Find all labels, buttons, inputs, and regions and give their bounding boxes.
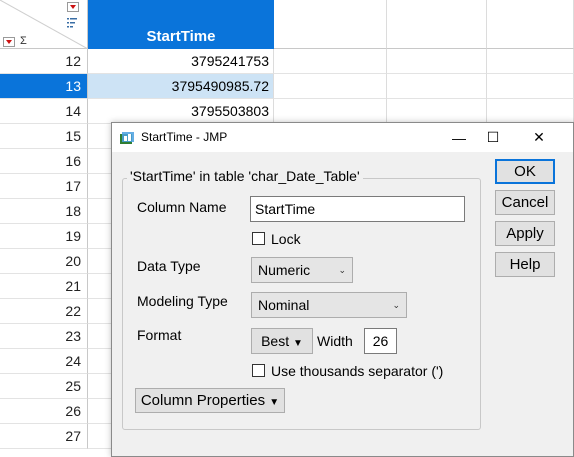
data-type-value: Numeric [258, 262, 311, 278]
row-number[interactable]: 24 [0, 349, 88, 374]
row-number[interactable]: 13 [0, 74, 88, 99]
width-field[interactable]: 26 [364, 328, 397, 354]
help-button[interactable]: Help [495, 252, 555, 277]
row-number[interactable]: 17 [0, 174, 88, 199]
row-number[interactable]: 25 [0, 374, 88, 399]
format-label: Format [137, 327, 182, 343]
row-number[interactable]: 20 [0, 249, 88, 274]
jmp-app-icon [120, 132, 134, 144]
empty-cell[interactable] [487, 49, 574, 74]
columns-menu-icon[interactable] [67, 2, 79, 12]
ok-button[interactable]: OK [495, 159, 555, 184]
row-number[interactable]: 15 [0, 124, 88, 149]
column-properties-button[interactable]: Column Properties ▼ [135, 388, 285, 413]
rows-menu-icon[interactable] [3, 37, 15, 47]
maximize-icon: ☐ [486, 129, 500, 145]
empty-cell[interactable] [487, 74, 574, 99]
sigma-icon[interactable]: Σ [20, 35, 27, 47]
maximize-button[interactable]: ☐ [470, 123, 516, 152]
column-header-empty[interactable] [387, 0, 487, 49]
thousands-separator-checkbox[interactable] [252, 364, 265, 377]
table-row[interactable]: 14 3795503803 [0, 99, 574, 124]
modeling-type-value: Nominal [258, 297, 310, 313]
modeling-type-label: Modeling Type [137, 293, 228, 309]
dialog-titlebar[interactable]: StartTime - JMP — ☐ ✕ [112, 123, 573, 152]
lock-label: Lock [271, 231, 301, 247]
column-header-label: StartTime [146, 28, 216, 45]
format-value: Best [261, 333, 290, 349]
chevron-down-icon: ⌄ [392, 300, 400, 310]
dialog-title: StartTime - JMP [141, 130, 228, 144]
column-header-empty[interactable] [274, 0, 387, 49]
table-row[interactable]: 12 3795241753 [0, 49, 574, 74]
format-dropdown-button[interactable]: Best ▼ [251, 328, 313, 354]
row-number[interactable]: 16 [0, 149, 88, 174]
column-name-field[interactable]: StartTime [250, 196, 465, 222]
close-button[interactable]: ✕ [516, 123, 562, 152]
caret-down-icon: ▼ [269, 397, 280, 408]
empty-cell[interactable] [387, 99, 487, 124]
caret-down-icon: ▼ [293, 338, 303, 349]
cancel-button[interactable]: Cancel [495, 190, 555, 215]
chevron-down-icon: ⌄ [338, 265, 346, 275]
empty-cell[interactable] [487, 99, 574, 124]
starttime-cell[interactable]: 3795241753 [88, 49, 274, 74]
column-info-dialog: StartTime - JMP — ☐ ✕ 'StartTime' in tab… [111, 122, 574, 457]
row-number[interactable]: 22 [0, 299, 88, 324]
filter-icon[interactable] [67, 17, 77, 29]
row-number[interactable]: 21 [0, 274, 88, 299]
starttime-cell[interactable]: 3795503803 [88, 99, 274, 124]
width-label: Width [317, 333, 353, 349]
empty-cell[interactable] [274, 74, 387, 99]
minimize-icon: — [452, 129, 466, 146]
row-number[interactable]: 12 [0, 49, 88, 74]
column-header-empty[interactable] [487, 0, 574, 49]
empty-cell[interactable] [387, 49, 487, 74]
data-type-label: Data Type [137, 258, 201, 274]
row-number[interactable]: 27 [0, 424, 88, 449]
row-number[interactable]: 23 [0, 324, 88, 349]
column-name-label: Column Name [137, 199, 227, 215]
lock-checkbox[interactable] [252, 232, 265, 245]
row-number[interactable]: 18 [0, 199, 88, 224]
row-number[interactable]: 14 [0, 99, 88, 124]
close-icon: ✕ [533, 129, 545, 145]
data-type-dropdown[interactable]: Numeric ⌄ [251, 257, 353, 283]
starttime-cell[interactable]: 3795490985.72 [88, 74, 274, 99]
column-properties-label: Column Properties [140, 392, 266, 409]
empty-cell[interactable] [274, 99, 387, 124]
table-corner: Σ [0, 0, 88, 49]
group-legend: 'StartTime' in table 'char_Date_Table' [127, 168, 363, 184]
table-row[interactable]: 13 3795490985.72 [0, 74, 574, 99]
column-header-starttime[interactable]: StartTime [88, 0, 274, 49]
empty-cell[interactable] [387, 74, 487, 99]
row-number[interactable]: 19 [0, 224, 88, 249]
apply-button[interactable]: Apply [495, 221, 555, 246]
row-number[interactable]: 26 [0, 399, 88, 424]
empty-cell[interactable] [274, 49, 387, 74]
thousands-separator-label: Use thousands separator (') [271, 363, 444, 379]
modeling-type-dropdown[interactable]: Nominal ⌄ [251, 292, 407, 318]
